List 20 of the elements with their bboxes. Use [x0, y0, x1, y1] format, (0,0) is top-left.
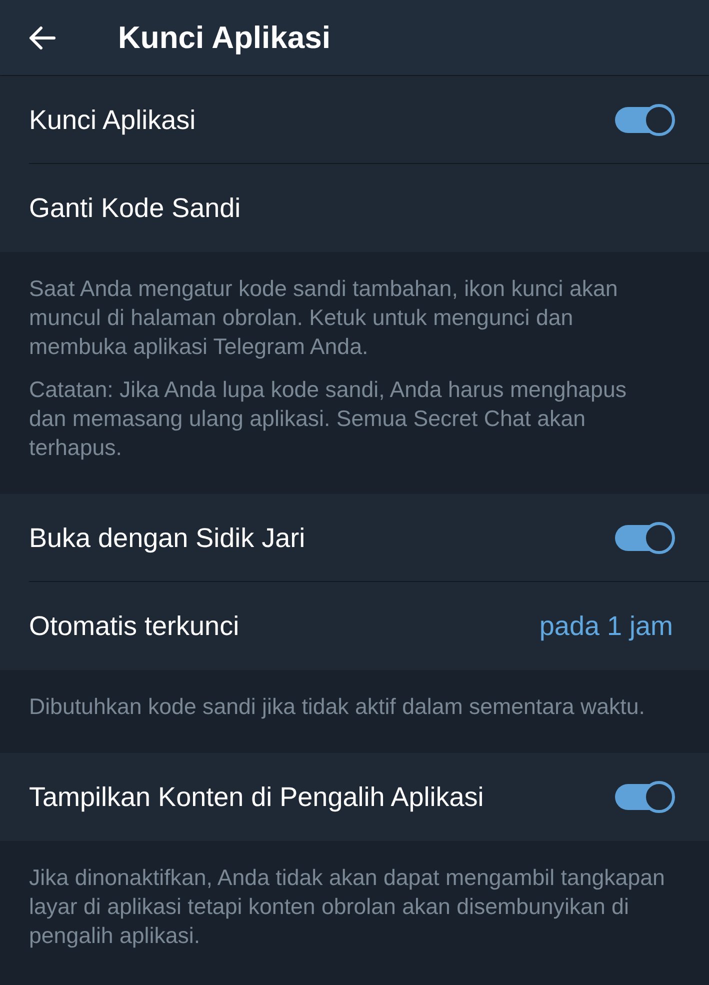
hint-text: Catatan: Jika Anda lupa kode sandi, Anda harus menghapus dan memasang ulang aplikasi. Semua Secret Chat akan terhapus.	[29, 376, 628, 462]
setting-label: Kunci Aplikasi	[29, 104, 196, 136]
hint-text: Jika dinonaktifkan, Anda tidak akan dapat mengambil tangkapan layar di aplikasi tetapi konten obrolan akan disembunyikan di pengalih aplikasi.	[29, 864, 666, 950]
settings-row[interactable]: Tampilkan Konten di Pengalih Aplikasi	[0, 753, 709, 841]
toggle-switch[interactable]	[615, 525, 673, 551]
settings-row[interactable]: Ganti Kode Sandi	[0, 164, 709, 252]
hint-text: Dibutuhkan kode sandi jika tidak aktif dalam sementara waktu.	[29, 693, 646, 721]
toggle-switch[interactable]	[615, 107, 673, 133]
setting-value: pada 1 jam	[539, 610, 673, 642]
setting-label: Buka dengan Sidik Jari	[29, 522, 306, 554]
screen-title: Kunci Aplikasi	[118, 20, 330, 56]
setting-label: Tampilkan Konten di Pengalih Aplikasi	[29, 782, 484, 812]
settings-row[interactable]: Otomatis terkunci pada 1 jam	[0, 582, 709, 670]
setting-label: Ganti Kode Sandi	[29, 192, 241, 224]
back-arrow-icon[interactable]	[28, 26, 56, 50]
hint-text: Saat Anda mengatur kode sandi tambahan, ikon kunci akan muncul di halaman obrolan. Ketuk untuk mengunci dan membuka aplikasi Telegram Anda.	[29, 275, 619, 361]
settings-row[interactable]: Buka dengan Sidik Jari	[0, 494, 709, 582]
setting-label: Otomatis terkunci	[29, 610, 240, 642]
settings-row[interactable]: Kunci Aplikasi	[0, 76, 709, 164]
toggle-switch[interactable]	[615, 784, 673, 810]
